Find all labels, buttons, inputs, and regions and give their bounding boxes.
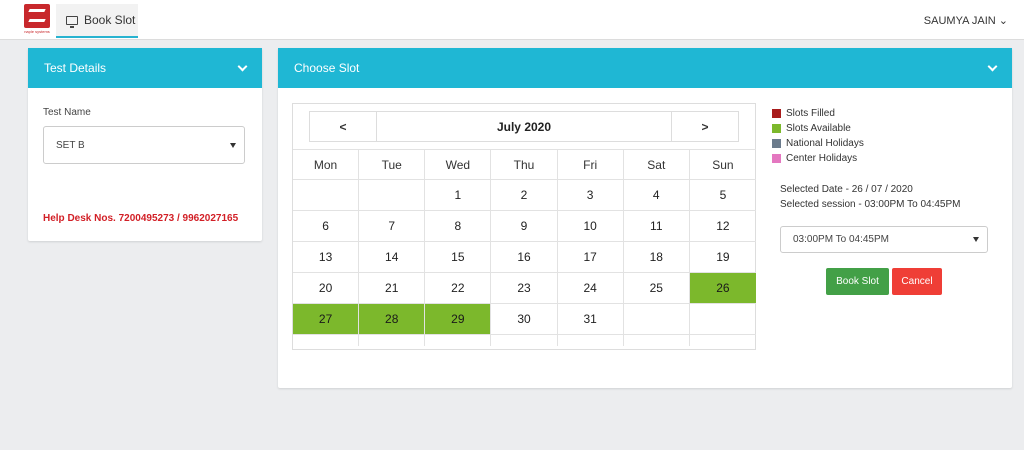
- legend-item: Slots Available: [772, 121, 864, 136]
- chevron-down-icon[interactable]: [987, 61, 998, 71]
- test-details-header[interactable]: Test Details: [28, 48, 262, 88]
- help-desk-text: Help Desk Nos. 7200495273 / 9962027165: [43, 213, 239, 224]
- calendar-day-26[interactable]: 26: [689, 272, 756, 303]
- logo-icon: [24, 4, 50, 28]
- calendar-day-11[interactable]: 11: [623, 210, 690, 241]
- calendar-empty-cell: [689, 334, 756, 346]
- tab-book-slot-label: Book Slot: [84, 13, 136, 27]
- calendar-day-13[interactable]: 13: [293, 241, 360, 272]
- selected-date: Selected Date - 26 / 07 / 2020: [780, 184, 913, 195]
- calendar-day-31[interactable]: 31: [557, 303, 624, 334]
- month-label: July 2020: [376, 112, 672, 141]
- calendar-day-17[interactable]: 17: [557, 241, 624, 272]
- calendar-empty-cell: [359, 179, 426, 210]
- calendar-day-30[interactable]: 30: [491, 303, 558, 334]
- calendar-day-25[interactable]: 25: [623, 272, 690, 303]
- calendar-day-7[interactable]: 7: [359, 210, 426, 241]
- legend-swatch: [772, 139, 781, 148]
- test-name-select[interactable]: SET B: [43, 126, 245, 164]
- calendar-day-3[interactable]: 3: [557, 179, 624, 210]
- calendar-day-18[interactable]: 18: [623, 241, 690, 272]
- calendar-empty-cell: [293, 179, 360, 210]
- monitor-icon: [66, 15, 78, 28]
- next-month-button[interactable]: >: [672, 112, 738, 141]
- legend-label: Slots Filled: [786, 108, 835, 119]
- calendar-day-22[interactable]: 22: [425, 272, 492, 303]
- calendar-day-5[interactable]: 5: [689, 179, 756, 210]
- choose-slot-title: Choose Slot: [294, 61, 360, 75]
- legend-label: Slots Available: [786, 123, 851, 134]
- calendar-day-29[interactable]: 29: [425, 303, 492, 334]
- calendar-day-9[interactable]: 9: [491, 210, 558, 241]
- calendar-day-1[interactable]: 1: [425, 179, 492, 210]
- test-details-title: Test Details: [44, 61, 107, 75]
- weekday-header: Tue: [359, 149, 426, 179]
- calendar-empty-cell: [689, 303, 756, 334]
- selection-info: Selected Date - 26 / 07 / 2020 Selected …: [780, 182, 960, 212]
- caret-down-icon: [973, 237, 979, 242]
- selected-session: Selected session - 03:00PM To 04:45PM: [780, 199, 961, 210]
- legend-swatch: [772, 124, 781, 133]
- weekday-header: Sat: [623, 149, 690, 179]
- legend: Slots Filled Slots Available National Holi…: [772, 106, 864, 166]
- calendar-empty-cell: [557, 334, 624, 346]
- test-name-label: Test Name: [43, 107, 91, 118]
- choose-slot-card: Choose Slot < July 2020 > Mon Tue Wed Thu Fr…: [278, 48, 1012, 388]
- weekday-header: Thu: [491, 149, 558, 179]
- test-details-card: Test Details Test Name SET B Help Desk N…: [28, 48, 262, 241]
- legend-swatch: [772, 154, 781, 163]
- calendar-day-24[interactable]: 24: [557, 272, 624, 303]
- weekday-header: Fri: [557, 149, 624, 179]
- legend-item: National Holidays: [772, 136, 864, 151]
- legend-item: Slots Filled: [772, 106, 864, 121]
- test-name-value: SET B: [56, 139, 85, 151]
- calendar-day-10[interactable]: 10: [557, 210, 624, 241]
- legend-item: Center Holidays: [772, 151, 864, 166]
- calendar-day-28[interactable]: 28: [359, 303, 426, 334]
- calendar: < July 2020 > Mon Tue Wed Thu Fri Sat Sun 1 2 3 4 5…: [292, 103, 756, 350]
- weekday-header: Wed: [425, 149, 492, 179]
- calendar-day-8[interactable]: 8: [425, 210, 492, 241]
- legend-swatch: [772, 109, 781, 118]
- tab-book-slot[interactable]: Book Slot: [56, 4, 138, 38]
- session-select[interactable]: 03:00PM To 04:45PM: [780, 226, 988, 253]
- calendar-empty-cell: [293, 334, 360, 346]
- user-menu[interactable]: SAUMYA JAIN ⌄: [924, 14, 1008, 27]
- calendar-day-23[interactable]: 23: [491, 272, 558, 303]
- app-logo[interactable]: naple systems: [22, 4, 52, 36]
- calendar-grid: Mon Tue Wed Thu Fri Sat Sun 1 2 3 4 5 6 7 8 9 10 11 12 13 14…: [293, 149, 756, 346]
- calendar-header: < July 2020 >: [309, 111, 739, 142]
- calendar-day-6[interactable]: 6: [293, 210, 360, 241]
- calendar-day-19[interactable]: 19: [689, 241, 756, 272]
- choose-slot-header[interactable]: Choose Slot: [278, 48, 1012, 88]
- chevron-down-icon[interactable]: [237, 61, 248, 71]
- legend-label: Center Holidays: [786, 153, 858, 164]
- book-slot-button[interactable]: Book Slot: [826, 268, 889, 295]
- calendar-empty-cell: [623, 303, 690, 334]
- calendar-day-15[interactable]: 15: [425, 241, 492, 272]
- prev-month-button[interactable]: <: [310, 112, 376, 141]
- calendar-empty-cell: [359, 334, 426, 346]
- weekday-header: Sun: [689, 149, 756, 179]
- calendar-day-14[interactable]: 14: [359, 241, 426, 272]
- cancel-button[interactable]: Cancel: [892, 268, 942, 295]
- session-select-value: 03:00PM To 04:45PM: [793, 234, 889, 245]
- calendar-empty-cell: [425, 334, 492, 346]
- calendar-empty-cell: [623, 334, 690, 346]
- calendar-day-20[interactable]: 20: [293, 272, 360, 303]
- calendar-day-21[interactable]: 21: [359, 272, 426, 303]
- caret-down-icon: [230, 142, 236, 148]
- calendar-day-27[interactable]: 27: [293, 303, 360, 334]
- logo-caption: naple systems: [24, 29, 50, 34]
- calendar-empty-cell: [491, 334, 558, 346]
- calendar-day-2[interactable]: 2: [491, 179, 558, 210]
- calendar-day-4[interactable]: 4: [623, 179, 690, 210]
- legend-label: National Holidays: [786, 138, 864, 149]
- top-bar: naple systems Book Slot SAUMYA JAIN ⌄: [0, 0, 1024, 40]
- calendar-day-12[interactable]: 12: [689, 210, 756, 241]
- calendar-day-16[interactable]: 16: [491, 241, 558, 272]
- weekday-header: Mon: [293, 149, 360, 179]
